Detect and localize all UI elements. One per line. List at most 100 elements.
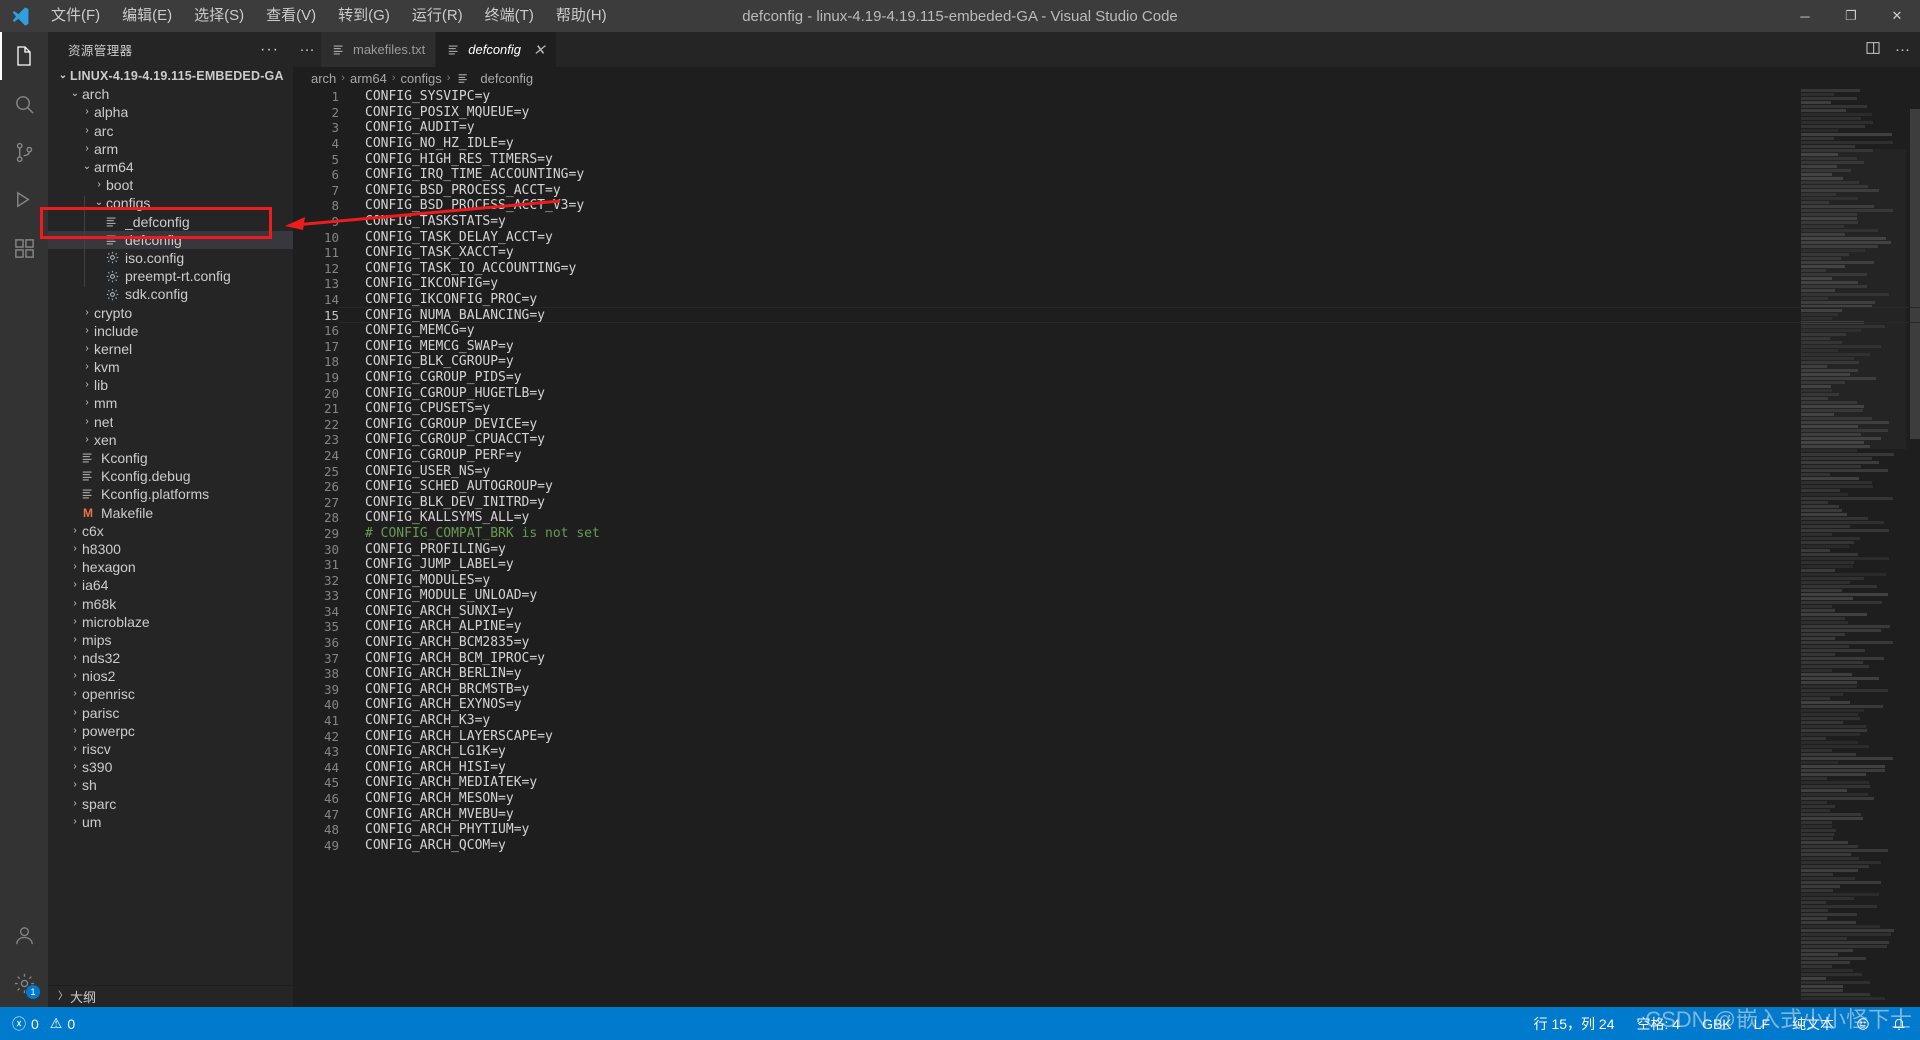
scrollbar-thumb[interactable] (1910, 109, 1920, 439)
chevron-right-icon[interactable]: › (68, 653, 82, 663)
chevron-right-icon[interactable]: › (68, 744, 82, 754)
tree-file-kconfig.debug[interactable]: Kconfig.debug (48, 467, 293, 485)
tree-folder-nds32[interactable]: › nds32 (48, 649, 293, 667)
activity-accounts-icon[interactable] (0, 911, 48, 959)
breadcrumb-arm64[interactable]: arm64 (350, 71, 387, 86)
tree-folder-h8300[interactable]: › h8300 (48, 540, 293, 558)
chevron-right-icon[interactable]: › (68, 689, 82, 699)
tab-defconfig[interactable]: defconfig ✕ (436, 32, 557, 67)
activity-source-control-icon[interactable] (0, 128, 48, 176)
chevron-right-icon[interactable]: › (68, 816, 82, 827)
tab-close-icon[interactable]: ✕ (533, 41, 546, 59)
activity-search-icon[interactable] (0, 80, 48, 128)
breadcrumb-defconfig[interactable]: defconfig (455, 71, 533, 86)
chevron-right-icon[interactable]: › (80, 107, 94, 117)
outline-section[interactable]: 〉 大纲 (48, 985, 293, 1007)
tree-folder-riscv[interactable]: › riscv (48, 740, 293, 758)
tree-folder-sh[interactable]: › sh (48, 776, 293, 794)
tree-folder-arm64[interactable]: ⌄ arm64 (48, 158, 293, 176)
minimap-slider[interactable] (1801, 149, 1906, 449)
chevron-right-icon[interactable]: › (68, 707, 82, 718)
activity-explorer-icon[interactable] (0, 32, 48, 80)
chevron-right-icon[interactable]: › (68, 762, 82, 772)
tree-folder-xen[interactable]: › xen (48, 431, 293, 449)
sidebar-more-actions-icon[interactable]: ··· (260, 41, 285, 59)
split-editor-icon[interactable] (1865, 40, 1881, 60)
menu-terminal[interactable]: 终端(T) (474, 0, 545, 32)
chevron-right-icon[interactable]: › (80, 416, 94, 427)
minimize-button[interactable]: ─ (1782, 0, 1828, 32)
menu-go[interactable]: 转到(G) (327, 0, 401, 32)
tabs-more-icon[interactable]: ··· (293, 32, 321, 67)
chevron-down-icon[interactable]: ⌄ (56, 71, 70, 81)
chevron-right-icon[interactable]: › (80, 125, 94, 136)
chevron-right-icon[interactable]: › (80, 362, 94, 372)
chevron-down-icon[interactable]: ⌄ (80, 162, 94, 172)
chevron-down-icon[interactable]: ⌄ (92, 198, 106, 208)
tree-folder-linux-4.19-4.19.115-embeded-ga[interactable]: ⌄ LINUX-4.19-4.19.115-EMBEDED-GA (48, 67, 293, 85)
menu-file[interactable]: 文件(F) (40, 0, 111, 32)
chevron-right-icon[interactable]: › (68, 634, 82, 645)
tree-file-makefile[interactable]: M Makefile (48, 504, 293, 522)
activity-extensions-icon[interactable] (0, 224, 48, 272)
tree-folder-powerpc[interactable]: › powerpc (48, 722, 293, 740)
encoding[interactable]: GBK (1702, 1016, 1732, 1032)
chevron-right-icon[interactable]: › (80, 343, 94, 354)
close-button[interactable]: ✕ (1874, 0, 1920, 32)
chevron-right-icon[interactable]: › (80, 307, 94, 318)
tree-folder-alpha[interactable]: › alpha (48, 103, 293, 121)
tree-folder-kvm[interactable]: › kvm (48, 358, 293, 376)
activity-manage-gear-icon[interactable]: 1 (0, 959, 48, 1007)
language-mode[interactable]: 纯文本 (1792, 1014, 1834, 1034)
chevron-right-icon[interactable]: › (68, 525, 82, 536)
tree-folder-hexagon[interactable]: › hexagon (48, 558, 293, 576)
tree-folder-openrisc[interactable]: › openrisc (48, 685, 293, 703)
menu-selection[interactable]: 选择(S) (183, 0, 255, 32)
chevron-right-icon[interactable]: › (68, 616, 82, 627)
tree-folder-nios2[interactable]: › nios2 (48, 667, 293, 685)
tree-folder-s390[interactable]: › s390 (48, 758, 293, 776)
tree-folder-include[interactable]: › include (48, 322, 293, 340)
tree-folder-m68k[interactable]: › m68k (48, 594, 293, 612)
menu-edit[interactable]: 编辑(E) (111, 0, 183, 32)
tree-folder-boot[interactable]: › boot (48, 176, 293, 194)
chevron-right-icon[interactable]: › (68, 725, 82, 736)
problems-status[interactable]: ⓧ 0 ⚠ 0 (12, 1014, 75, 1034)
chevron-right-icon[interactable]: › (80, 380, 94, 390)
chevron-right-icon[interactable]: › (68, 780, 82, 790)
tree-folder-sparc[interactable]: › sparc (48, 795, 293, 813)
chevron-right-icon[interactable]: › (80, 398, 94, 408)
bell-icon[interactable] (1892, 1017, 1906, 1031)
chevron-right-icon[interactable]: › (80, 434, 94, 445)
cursor-position[interactable]: 行 15，列 24 (1534, 1014, 1615, 1034)
chevron-right-icon[interactable]: › (68, 798, 82, 809)
menu-run[interactable]: 运行(R) (401, 0, 474, 32)
tree-folder-arc[interactable]: › arc (48, 122, 293, 140)
chevron-right-icon[interactable]: › (68, 598, 82, 609)
editor-scrollbar[interactable] (1906, 89, 1920, 1007)
tree-file-sdk.config[interactable]: sdk.config (48, 285, 293, 303)
tree-folder-crypto[interactable]: › crypto (48, 303, 293, 321)
tree-folder-microblaze[interactable]: › microblaze (48, 613, 293, 631)
tree-folder-arch[interactable]: ⌄ arch (48, 85, 293, 103)
tab-makefiles[interactable]: makefiles.txt (321, 32, 437, 67)
chevron-right-icon[interactable]: › (80, 143, 94, 154)
tree-folder-parisc[interactable]: › parisc (48, 704, 293, 722)
chevron-right-icon[interactable]: › (80, 325, 94, 336)
menu-help[interactable]: 帮助(H) (545, 0, 618, 32)
breadcrumb-configs[interactable]: configs (401, 71, 442, 86)
end-of-line[interactable]: LF (1754, 1016, 1770, 1032)
tree-folder-um[interactable]: › um (48, 813, 293, 831)
chevron-down-icon[interactable]: ⌄ (68, 89, 82, 99)
chevron-right-icon[interactable]: › (68, 562, 82, 572)
tree-folder-ia64[interactable]: › ia64 (48, 576, 293, 594)
indentation[interactable]: 空格: 4 (1637, 1014, 1681, 1034)
breadcrumb-arch[interactable]: arch (311, 71, 336, 86)
chevron-right-icon[interactable]: › (68, 671, 82, 681)
chevron-right-icon[interactable]: › (92, 180, 106, 190)
feedback-smiley-icon[interactable] (1856, 1017, 1870, 1031)
tree-file-kconfig.platforms[interactable]: Kconfig.platforms (48, 485, 293, 503)
code-editor[interactable]: 1 CONFIG_SYSVIPC=y 2 CONFIG_POSIX_MQUEUE=y 3… (293, 89, 1920, 1007)
tree-file-kconfig[interactable]: Kconfig (48, 449, 293, 467)
tree-folder-lib[interactable]: › lib (48, 376, 293, 394)
